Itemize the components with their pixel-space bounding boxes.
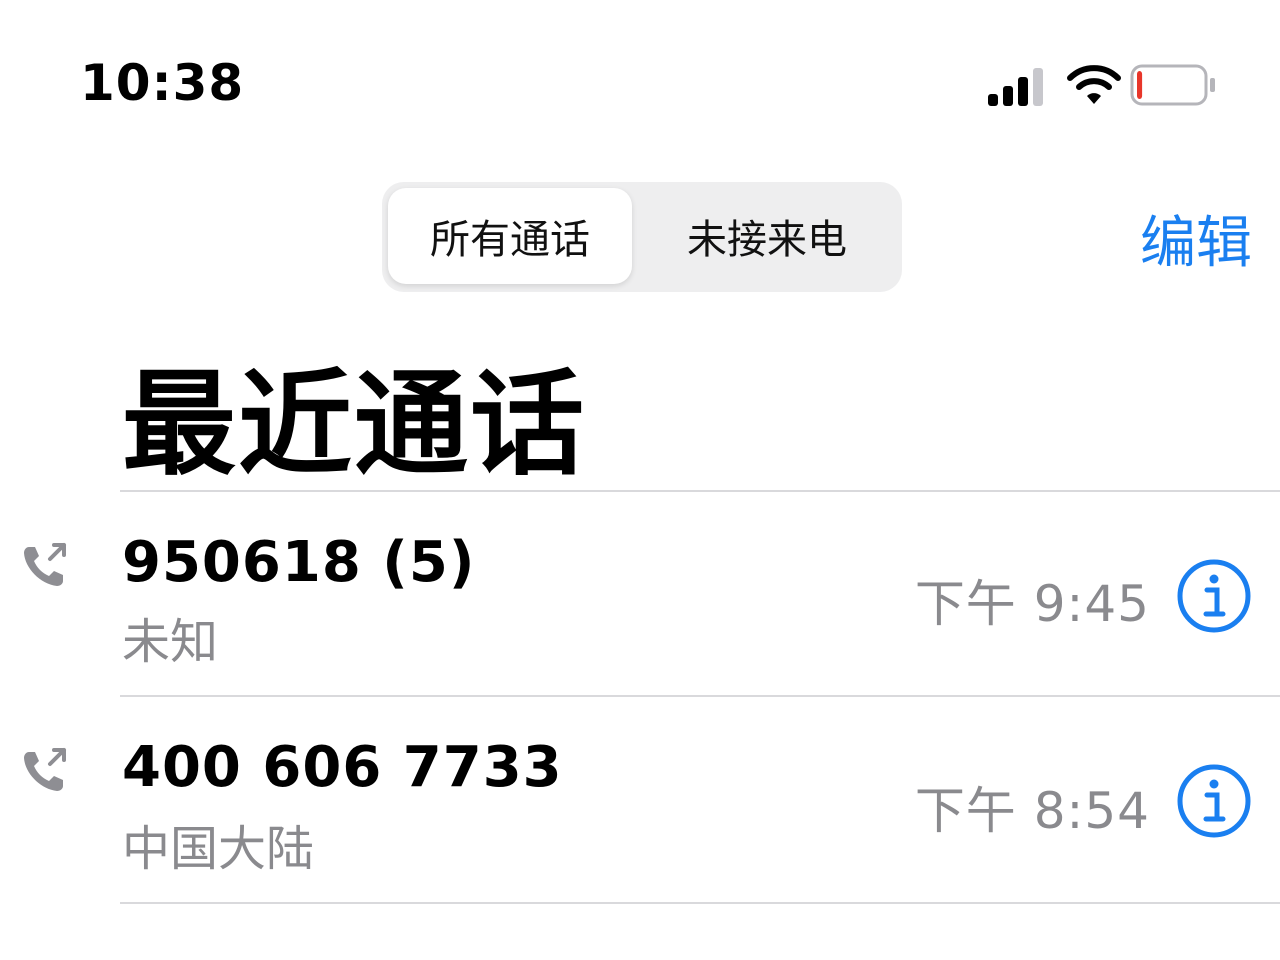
battery-level-fill <box>1137 71 1143 99</box>
page-title: 最近通话 <box>122 358 587 491</box>
calls-filter-segmented-control: 所有通话 未接来电 <box>382 182 902 292</box>
edit-button[interactable]: 编辑 <box>1140 198 1252 279</box>
call-location: 中国大陆 <box>122 821 315 877</box>
status-time: 10:38 <box>80 54 245 112</box>
call-row[interactable]: 400 606 7733 中国大陆 下午 8:54 <box>0 697 1280 901</box>
segment-all-calls[interactable]: 所有通话 <box>388 188 632 284</box>
call-number: 400 606 7733 <box>122 735 563 800</box>
wifi-icon <box>1067 65 1121 104</box>
segment-missed-calls[interactable]: 未接来电 <box>638 188 896 284</box>
outgoing-call-icon <box>24 748 66 791</box>
outgoing-call-icon <box>24 543 66 586</box>
call-location: 未知 <box>122 614 219 670</box>
call-time: 下午 8:54 <box>914 782 1150 840</box>
call-row[interactable]: 950618 (5) 未知 下午 9:45 <box>0 492 1280 696</box>
battery-icon <box>1130 64 1215 106</box>
info-icon[interactable] <box>1176 763 1252 839</box>
call-time: 下午 9:45 <box>914 575 1150 633</box>
recents-screen: 10:38 所有通话 未接来电 编辑 最近通话 950618 (5) 未知 下午… <box>0 0 1280 960</box>
divider <box>120 902 1280 904</box>
call-number: 950618 (5) <box>122 530 476 595</box>
cellular-signal-icon <box>988 68 1043 106</box>
info-icon[interactable] <box>1176 558 1252 634</box>
